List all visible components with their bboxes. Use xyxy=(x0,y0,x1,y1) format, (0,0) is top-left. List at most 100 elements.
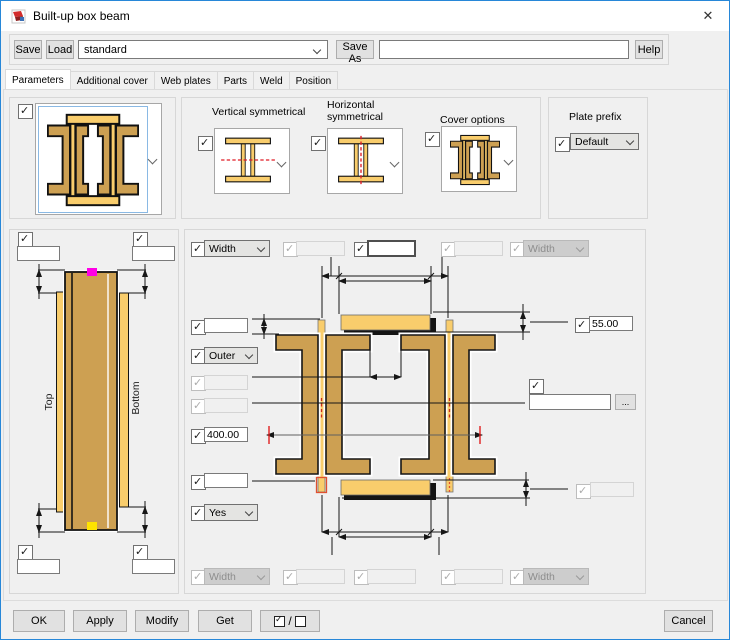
height-input[interactable] xyxy=(204,427,248,442)
preview-checkbox[interactable] xyxy=(18,104,33,119)
tab-parts[interactable]: Parts xyxy=(216,71,255,90)
preview-picture-combo[interactable] xyxy=(35,103,162,215)
cross-section-drawing xyxy=(252,257,568,555)
section-top-input-2[interactable] xyxy=(296,241,345,256)
tab-weld[interactable]: Weld xyxy=(253,71,290,90)
elevation-top-left-input[interactable] xyxy=(17,246,60,261)
preview-image-frame xyxy=(38,106,148,213)
top-width-dropdown-right[interactable]: Width xyxy=(523,240,589,257)
tab-additional-cover[interactable]: Additional cover xyxy=(69,71,155,90)
tab-position[interactable]: Position xyxy=(288,71,339,90)
symmetry-group: Vertical symmetrical Horizontal symmetri… xyxy=(181,97,541,219)
tab-strip: Parameters Additional cover Web plates Part… xyxy=(5,69,339,90)
top-width-right-value: Width xyxy=(528,243,555,255)
plate-prefix-label: Plate prefix xyxy=(569,111,622,123)
bottom-width-dropdown[interactable]: Width xyxy=(204,568,270,585)
right-side-plate xyxy=(119,292,129,508)
horizontal-symmetrical-checkbox[interactable] xyxy=(311,136,326,151)
modify-button[interactable]: Modify xyxy=(135,610,189,632)
top-thickness-checkbox[interactable] xyxy=(575,318,590,333)
tab-web-plates[interactable]: Web plates xyxy=(153,71,218,90)
section-left-input-3[interactable] xyxy=(204,375,248,390)
cancel-button[interactable]: Cancel xyxy=(664,610,713,632)
bottom-thickness-checkbox[interactable] xyxy=(576,484,591,499)
top-thickness-input[interactable] xyxy=(589,316,633,331)
offset-bottom-input[interactable] xyxy=(204,473,248,488)
plate-prefix-group: Plate prefix Default xyxy=(548,97,648,219)
offset-top-input[interactable] xyxy=(204,318,248,333)
preset-value: standard xyxy=(84,44,127,56)
vertical-symmetrical-combo[interactable] xyxy=(214,128,290,194)
cover-options-label: Cover options xyxy=(440,114,505,126)
plate-side-dropdown[interactable]: Outer xyxy=(204,347,258,364)
cover-profile-checkbox[interactable] xyxy=(529,379,544,394)
elevation-bottom-left-checkbox[interactable] xyxy=(18,545,33,560)
elevation-bottom-left-input[interactable] xyxy=(17,559,60,574)
vertical-symmetrical-checkbox[interactable] xyxy=(198,136,213,151)
cover-options-combo[interactable] xyxy=(441,126,517,192)
bottom-width-value: Width xyxy=(209,571,236,583)
toggle-separator: / xyxy=(288,614,292,628)
load-button[interactable]: Load xyxy=(46,40,74,59)
top-cover-plate xyxy=(340,314,431,331)
browse-button[interactable]: ... xyxy=(615,394,636,410)
bottom-width-dropdown-right[interactable]: Width xyxy=(523,568,589,585)
plate-prefix-value: Default xyxy=(575,136,609,148)
start-handle[interactable] xyxy=(87,268,97,276)
section-bottom-input-2[interactable] xyxy=(296,569,345,584)
ibeam-thumbnail xyxy=(333,135,389,185)
section-top-input-3[interactable] xyxy=(367,240,416,257)
horizontal-symmetrical-combo[interactable] xyxy=(327,128,403,194)
cover-options-checkbox[interactable] xyxy=(425,132,440,147)
bottom-thickness-input[interactable] xyxy=(590,482,634,497)
app-icon xyxy=(11,9,26,24)
chevron-down-icon xyxy=(389,157,400,168)
elevation-bottom-right-checkbox[interactable] xyxy=(133,545,148,560)
help-button[interactable]: Help xyxy=(635,40,663,59)
continuous-value: Yes xyxy=(209,507,227,519)
continuous-dropdown[interactable]: Yes xyxy=(204,504,258,521)
section-bottom-input-4[interactable] xyxy=(454,569,503,584)
elevation-top-right-checkbox[interactable] xyxy=(133,232,148,247)
save-button[interactable]: Save xyxy=(14,40,42,59)
elevation-group: Top Bottom xyxy=(9,229,179,594)
top-width-dropdown[interactable]: Width xyxy=(204,240,270,257)
tab-parameters[interactable]: Parameters xyxy=(5,69,71,89)
preset-combobox[interactable]: standard xyxy=(78,40,328,59)
chevron-down-icon xyxy=(244,350,254,360)
section-bottom-input-3[interactable] xyxy=(367,569,416,584)
elevation-top-right-input[interactable] xyxy=(132,246,175,261)
save-as-button[interactable]: Save As xyxy=(336,40,374,65)
box-section-thumbnail xyxy=(450,131,500,189)
section-left-input-4[interactable] xyxy=(204,398,248,413)
ibeam-thumbnail xyxy=(221,134,275,186)
horizontal-symmetrical-label: Horizontal symmetrical xyxy=(327,99,384,123)
elevation-bottom-right-input[interactable] xyxy=(132,559,175,574)
preview-group xyxy=(9,97,176,219)
plate-prefix-checkbox[interactable] xyxy=(555,137,570,152)
plate-prefix-dropdown[interactable]: Default xyxy=(570,133,639,150)
section-top-input-4[interactable] xyxy=(454,241,503,256)
end-handle[interactable] xyxy=(87,522,97,530)
apply-button[interactable]: Apply xyxy=(73,610,127,632)
elevation-drawing: Top Bottom xyxy=(36,264,148,538)
cover-profile-input[interactable] xyxy=(529,394,611,410)
toggle-all-checkboxes-button[interactable]: / xyxy=(260,610,320,632)
chevron-down-icon xyxy=(625,136,635,146)
beam-web-elevation xyxy=(64,271,118,531)
chevron-down-icon xyxy=(276,157,287,168)
left-inner-angle xyxy=(325,334,371,475)
title-bar: Built-up box beam ✕ xyxy=(1,1,729,31)
get-button[interactable]: Get xyxy=(198,610,252,632)
ok-button[interactable]: OK xyxy=(13,610,65,632)
elevation-top-left-checkbox[interactable] xyxy=(18,232,33,247)
top-width-value: Width xyxy=(209,243,236,255)
bottom-cover-plate xyxy=(340,479,431,496)
chevron-down-icon xyxy=(256,243,266,253)
save-as-input[interactable] xyxy=(379,40,629,59)
box-section-thumbnail xyxy=(47,112,139,208)
chevron-down-icon xyxy=(256,571,266,581)
chevron-down-icon xyxy=(244,507,254,517)
close-button[interactable]: ✕ xyxy=(691,3,725,29)
window-title: Built-up box beam xyxy=(33,9,130,23)
